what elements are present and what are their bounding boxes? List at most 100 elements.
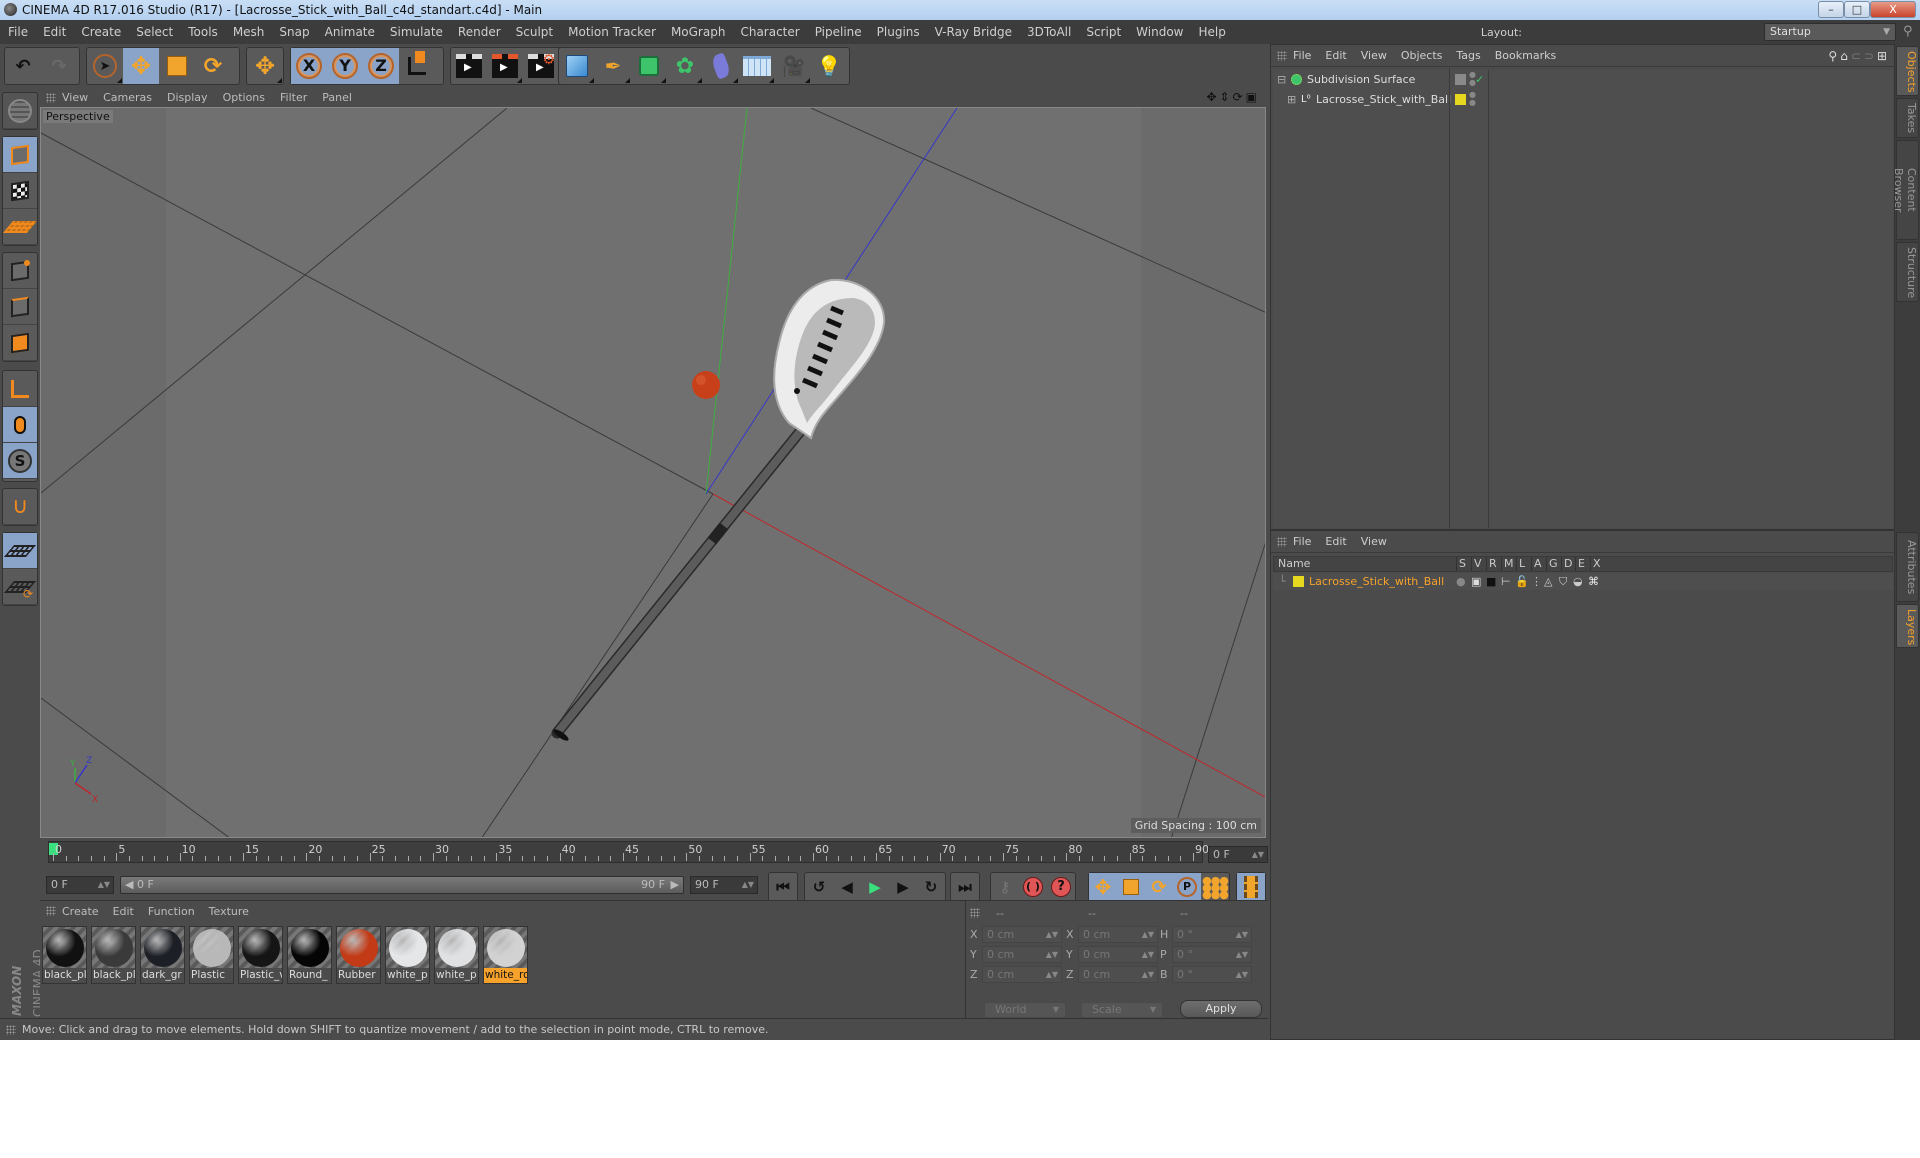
frame-range-slider[interactable]: ◀ 0 F 90 F ▶ <box>120 876 684 894</box>
grip-handle[interactable] <box>6 1024 16 1035</box>
viewport-menu-display[interactable]: Display <box>167 91 208 104</box>
current-frame-field[interactable]: 0 F ▲▼ <box>1208 846 1268 863</box>
minimize-button[interactable]: – <box>1818 1 1844 18</box>
undo-icon[interactable]: ↶ <box>5 48 41 84</box>
menu-file[interactable]: File <box>8 25 28 39</box>
render-view-icon[interactable] <box>451 48 487 84</box>
viewport-menu-view[interactable]: View <box>62 91 88 104</box>
spinner-icon[interactable]: ▲▼ <box>1252 847 1264 862</box>
spinner-icon[interactable]: ▲▼ <box>1142 947 1154 962</box>
workplane-mode-icon[interactable] <box>2 209 38 245</box>
object-menu-edit[interactable]: Edit <box>1325 49 1346 62</box>
layer-menu-view[interactable]: View <box>1361 535 1387 548</box>
material-swatch[interactable]: black_pl <box>42 926 87 984</box>
z-axis-icon[interactable]: Z <box>363 48 399 84</box>
viewport-menu-options[interactable]: Options <box>223 91 265 104</box>
menu-window[interactable]: Window <box>1136 25 1183 39</box>
menu-motion-tracker[interactable]: Motion Tracker <box>568 25 656 39</box>
side-tab-objects[interactable]: Objects <box>1896 46 1919 96</box>
render-toggle-icon[interactable]: ■ <box>1486 573 1496 590</box>
end-frame-field[interactable]: 90 F ▲▼ <box>690 876 758 894</box>
search-icon[interactable]: ⚲ <box>1903 24 1913 39</box>
object-menu-tags[interactable]: Tags <box>1456 49 1480 62</box>
material-swatch[interactable]: Round_ <box>287 926 332 984</box>
grip-handle[interactable] <box>1277 50 1287 61</box>
menu-character[interactable]: Character <box>740 25 799 39</box>
material-swatch[interactable]: black_pl <box>91 926 136 984</box>
next-key-icon[interactable]: ↻ <box>917 873 945 901</box>
expand-icon[interactable]: ⊞ <box>1287 90 1296 110</box>
spinner-icon[interactable]: ▲▼ <box>1236 927 1248 942</box>
menu-plugins[interactable]: Plugins <box>877 25 920 39</box>
maximize-view-icon[interactable]: ▣ <box>1246 90 1260 104</box>
enabled-check-icon[interactable]: ✓ <box>1475 70 1484 90</box>
snap-icon[interactable]: ∪ <box>3 489 37 525</box>
viewport-menu-filter[interactable]: Filter <box>280 91 307 104</box>
workplane-align-icon[interactable]: ⟳ <box>3 569 37 605</box>
menu-select[interactable]: Select <box>136 25 173 39</box>
keyframe-selection-icon[interactable]: ? <box>1047 873 1075 901</box>
size-z-field[interactable]: 0 cm ▲▼ <box>1078 966 1158 983</box>
search-icon[interactable]: ⚲ <box>1828 49 1840 63</box>
menu-mesh[interactable]: Mesh <box>233 25 265 39</box>
lock-toggle-icon[interactable]: 🔓 <box>1515 573 1529 590</box>
move-icon[interactable]: ✥ <box>123 48 159 84</box>
home-icon[interactable]: ⌂ <box>1840 49 1851 63</box>
size-mode-select[interactable]: Scale ▼ <box>1081 1002 1163 1018</box>
layer-column-e[interactable]: E <box>1575 557 1590 571</box>
object-menu-file[interactable]: File <box>1293 49 1311 62</box>
start-frame-field[interactable]: 0 F ▲▼ <box>46 876 114 894</box>
generators-toggle-icon[interactable]: ◬ <box>1544 573 1552 590</box>
manager-toggle-icon[interactable]: ⊢ <box>1501 573 1511 590</box>
side-tab-attributes[interactable]: Attributes <box>1896 532 1919 602</box>
object-row[interactable]: ⊟ Subdivision Surface ● ● ✓ <box>1273 68 1893 526</box>
object-menu-bookmarks[interactable]: Bookmarks <box>1495 49 1556 62</box>
side-tab-layers[interactable]: Layers <box>1896 604 1919 648</box>
layer-column-l[interactable]: L <box>1516 557 1531 571</box>
orbit-icon[interactable]: ⟳ <box>1233 90 1246 104</box>
maximize-button[interactable]: □ <box>1844 1 1870 18</box>
solo-icon[interactable]: S <box>3 443 37 479</box>
lacrosse-ball[interactable] <box>692 371 720 399</box>
spinner-icon[interactable]: ▲▼ <box>742 877 754 893</box>
layer-color-swatch[interactable] <box>1455 94 1466 105</box>
deformers-toggle-icon[interactable]: ⛉ <box>1559 573 1567 590</box>
render-picture-viewer-icon[interactable] <box>487 48 523 84</box>
y-axis-icon[interactable]: Y <box>327 48 363 84</box>
tweak-mode-icon[interactable] <box>3 407 37 443</box>
go-to-end-icon[interactable]: ⏭ <box>951 873 979 901</box>
spinner-icon[interactable]: ▲▼ <box>98 877 110 893</box>
menu-render[interactable]: Render <box>458 25 501 39</box>
coordinate-mode-select[interactable]: World ▼ <box>984 1002 1066 1018</box>
key-scale-icon[interactable] <box>1117 873 1145 901</box>
material-swatch[interactable]: white_p <box>434 926 479 984</box>
menu-sculpt[interactable]: Sculpt <box>516 25 553 39</box>
object-menu-objects[interactable]: Objects <box>1401 49 1443 62</box>
position-x-field[interactable]: 0 cm ▲▼ <box>982 926 1062 943</box>
texture-mode-icon[interactable] <box>3 173 37 209</box>
layer-column-s[interactable]: S <box>1456 557 1471 571</box>
axis-mode-icon[interactable] <box>3 371 37 407</box>
spinner-icon[interactable]: ▲▼ <box>1142 967 1154 982</box>
apply-button[interactable]: Apply <box>1180 1000 1262 1018</box>
layout-dropdown[interactable]: Startup ▼ <box>1764 23 1896 41</box>
grip-handle[interactable] <box>46 906 56 916</box>
rotation-b-field[interactable]: 0 ° ▲▼ <box>1172 966 1252 983</box>
range-right-arrow-icon[interactable]: ▶ <box>671 877 679 893</box>
viewport-menu-cameras[interactable]: Cameras <box>103 91 152 104</box>
rotation-h-field[interactable]: 0 ° ▲▼ <box>1172 926 1252 943</box>
camera-icon[interactable]: 🎥 <box>775 48 811 84</box>
timeline-ruler[interactable]: 0 5 10 15 20 25 30 35 40 45 50 55 60 65 70 75 80 85 90 <box>48 841 1209 863</box>
menu-3dtoall[interactable]: 3DToAll <box>1027 25 1071 39</box>
collapse-icon[interactable]: ⊟ <box>1277 70 1286 90</box>
size-y-field[interactable]: 0 cm ▲▼ <box>1078 946 1158 963</box>
redo-icon[interactable]: ↷ <box>41 48 77 84</box>
lock-workplane-icon[interactable] <box>3 533 37 569</box>
edges-mode-icon[interactable] <box>3 289 37 325</box>
deformer-icon[interactable] <box>703 48 739 84</box>
render-settings-icon[interactable]: ⚙ <box>523 48 559 84</box>
rotation-p-field[interactable]: 0 ° ▲▼ <box>1172 946 1252 963</box>
cube-icon[interactable] <box>559 48 595 84</box>
next-frame-icon[interactable]: ▶ <box>889 873 917 901</box>
spinner-icon[interactable]: ▲▼ <box>1236 967 1248 982</box>
